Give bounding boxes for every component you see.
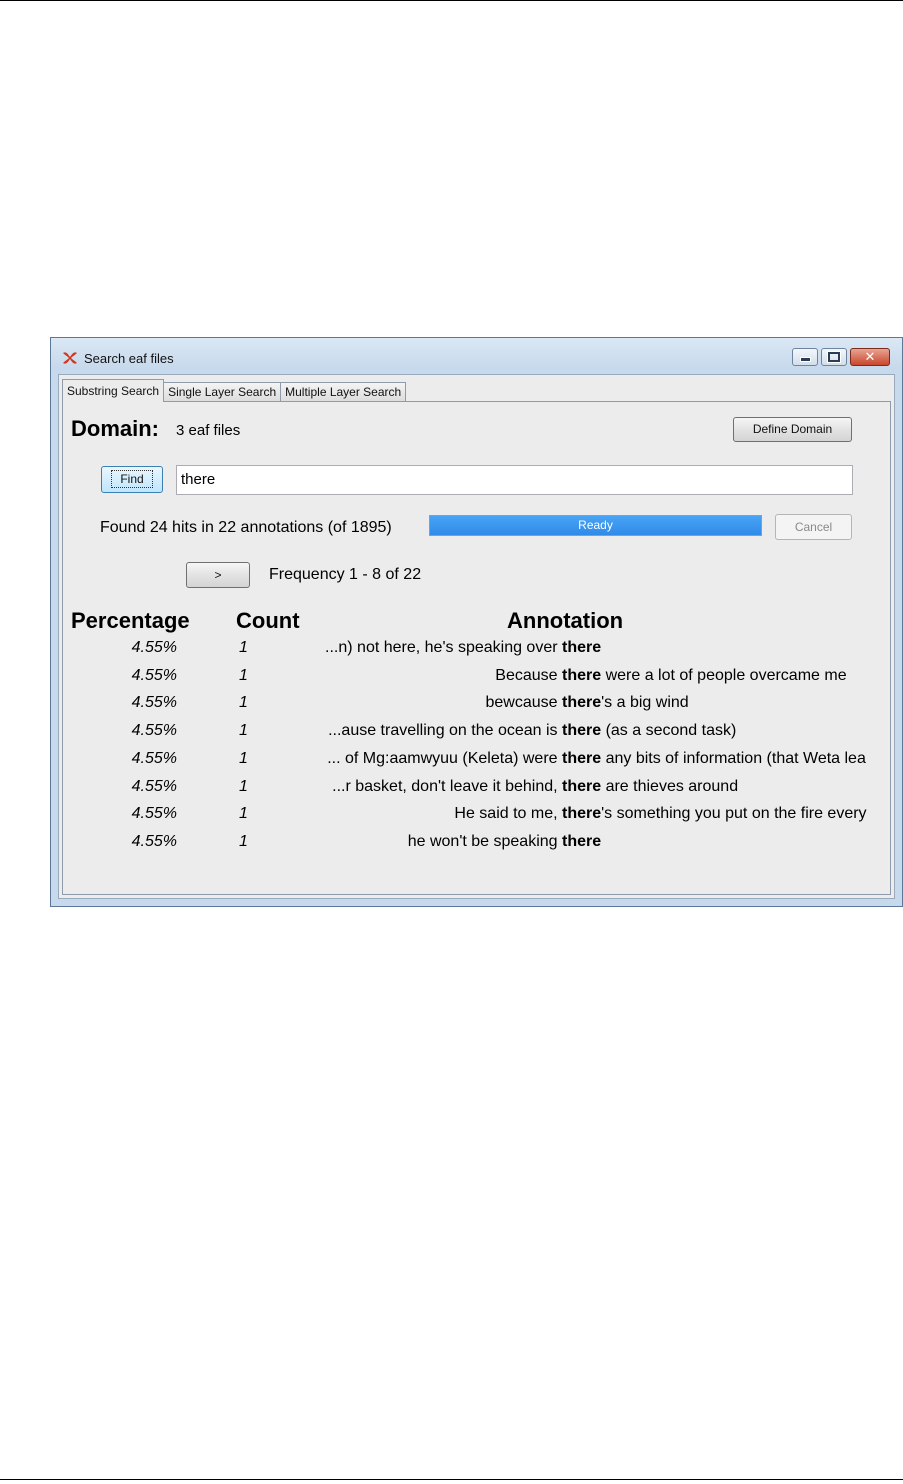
close-button[interactable]: ✕: [850, 348, 890, 366]
header-count: Count: [236, 608, 300, 633]
table-row[interactable]: 4.55% 1 he won't be speaking there: [63, 833, 890, 861]
substring-search-panel: Domain: 3 eaf files Define Domain Find t…: [62, 401, 891, 895]
annotation-match: there: [562, 722, 602, 740]
annotation-before: he won't be speaking: [407, 832, 562, 850]
cell-count: 1: [239, 749, 248, 767]
annotation-match: there: [562, 694, 602, 712]
cell-annotation: ...r basket, don't leave it behind, ther…: [332, 778, 738, 796]
progress-label: Ready: [578, 518, 613, 532]
table-row[interactable]: 4.55% 1 ...n) not here, he's speaking over…: [63, 639, 890, 667]
frequency-range-text: Frequency 1 - 8 of 22: [269, 566, 422, 583]
cell-annotation: Because there were a lot of people overc…: [495, 667, 846, 685]
progress-bar: Ready: [429, 515, 762, 536]
cell-percentage: 4.55%: [131, 832, 177, 850]
annotation-before: He said to me,: [454, 805, 562, 823]
cell-percentage: 4.55%: [131, 666, 177, 684]
cell-annotation: he won't be speaking there: [408, 833, 601, 851]
elan-app-icon: [63, 352, 77, 364]
cell-percentage: 4.55%: [131, 777, 177, 795]
annotation-match: there: [562, 805, 602, 823]
annotation-before: ...n) not here, he's speaking over: [325, 639, 562, 656]
find-button[interactable]: Find: [101, 466, 163, 493]
table-row[interactable]: 4.55% 1 ...ause travelling on the ocean is…: [63, 722, 890, 750]
annotation-match: there: [562, 749, 602, 767]
cell-count: 1: [239, 722, 248, 740]
maximize-icon: [828, 352, 840, 362]
title-bar[interactable]: Search eaf files ✕: [51, 338, 902, 378]
find-button-label: Find: [111, 470, 153, 488]
annotation-after: 's a big wind: [601, 694, 689, 712]
annotation-after: 's something you put on the fire every: [601, 805, 867, 823]
cell-percentage: 4.55%: [131, 639, 177, 656]
annotation-match: there: [562, 666, 602, 684]
annotation-after: were a lot of people overcame me: [601, 666, 847, 684]
annotation-before: ... of Mg:aamwyuu (Keleta) were: [327, 749, 562, 767]
domain-value: 3 eaf files: [176, 422, 241, 439]
client-area: Substring Search Single Layer Search Mul…: [58, 374, 895, 899]
cell-percentage: 4.55%: [131, 805, 177, 823]
cell-percentage: 4.55%: [131, 722, 177, 740]
annotation-match: there: [562, 639, 602, 656]
annotation-after: any bits of information (that Weta lea: [601, 749, 866, 767]
annotation-before: ...r basket, don't leave it behind,: [332, 777, 562, 795]
domain-label: Domain:: [71, 416, 159, 441]
cell-count: 1: [239, 694, 248, 712]
cell-annotation: ... of Mg:aamwyuu (Keleta) were there an…: [327, 750, 866, 768]
cell-count: 1: [239, 777, 248, 795]
annotation-after: are thieves around: [601, 777, 739, 795]
cell-count: 1: [239, 639, 248, 656]
header-annotation: Annotation: [507, 608, 624, 633]
table-row[interactable]: 4.55% 1 ...r basket, don't leave it behind…: [63, 778, 890, 806]
cell-annotation: ...ause travelling on the ocean is there…: [328, 722, 736, 740]
table-row[interactable]: 4.55% 1 ... of Mg:aamwyuu (Keleta) were th…: [63, 750, 890, 778]
minimize-icon: [799, 357, 811, 362]
maximize-button[interactable]: [821, 348, 847, 366]
tab-strip: Substring Search Single Layer Search Mul…: [62, 379, 407, 402]
define-domain-button[interactable]: Define Domain: [733, 417, 852, 442]
status-text: Found 24 hits in 22 annotations (of 1895…: [100, 519, 392, 536]
tab-substring-search[interactable]: Substring Search: [62, 379, 165, 402]
search-input[interactable]: there: [176, 465, 853, 495]
window-title: Search eaf files: [84, 351, 174, 366]
annotation-before: bewcause: [485, 694, 562, 712]
annotation-after: (as a second task): [601, 722, 737, 740]
page-top-rule: [0, 0, 903, 1]
cancel-button[interactable]: Cancel: [775, 514, 852, 540]
cell-count: 1: [239, 805, 248, 823]
tab-single-layer-search[interactable]: Single Layer Search: [163, 382, 282, 402]
annotation-match: there: [562, 777, 602, 795]
cell-annotation: He said to me, there's something you put…: [454, 805, 866, 823]
table-row[interactable]: 4.55% 1 He said to me, there's something y…: [63, 805, 890, 833]
search-window: Search eaf files ✕ Substring Search Sing…: [50, 337, 903, 907]
cell-annotation: bewcause there's a big wind: [486, 694, 689, 712]
cell-annotation: ...n) not here, he's speaking over there: [325, 639, 601, 657]
tab-multiple-layer-search[interactable]: Multiple Layer Search: [280, 382, 407, 402]
table-row[interactable]: 4.55% 1 Because there were a lot of people…: [63, 667, 890, 695]
table-row[interactable]: 4.55% 1 bewcause there's a big wind: [63, 694, 890, 722]
annotation-match: there: [562, 832, 602, 850]
cell-count: 1: [239, 666, 248, 684]
page-bottom-rule: [0, 1479, 903, 1480]
annotation-before: Because: [495, 666, 562, 684]
header-percentage: Percentage: [71, 608, 190, 633]
cell-percentage: 4.55%: [131, 749, 177, 767]
cell-percentage: 4.55%: [131, 694, 177, 712]
results-table: 4.55% 1 ...n) not here, he's speaking over…: [63, 639, 890, 871]
next-page-button[interactable]: >: [186, 562, 250, 588]
annotation-before: ...ause travelling on the ocean is: [328, 722, 562, 740]
minimize-button[interactable]: [792, 348, 818, 366]
close-icon: ✕: [864, 349, 876, 365]
cell-count: 1: [239, 832, 248, 850]
